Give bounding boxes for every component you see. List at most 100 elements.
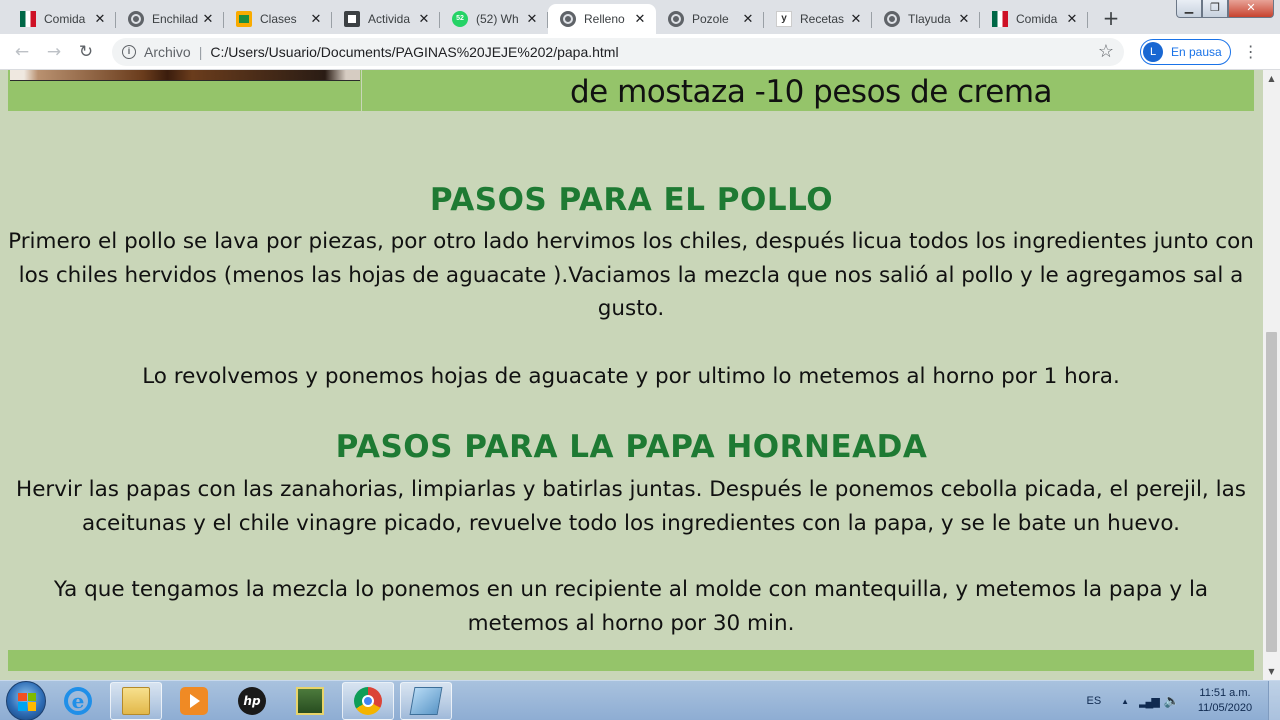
show-hidden-icons-icon[interactable]: ▲ [1121,697,1129,706]
task-manager-icon [296,686,324,715]
network-icon[interactable]: ▂▄▆ [1139,695,1160,708]
chrome-icon [354,686,382,715]
mexico-flag-icon [20,11,36,27]
scroll-thumb[interactable] [1266,332,1277,652]
minimize-button[interactable]: ▁ [1176,0,1202,18]
globe-icon [884,11,900,27]
show-desktop-button[interactable] [1268,681,1280,720]
globe-icon [128,11,144,27]
activity-icon [344,11,360,27]
tab-title: Recetas [800,12,845,26]
taskbar-hp[interactable]: hp [226,682,278,720]
tab-title: Comida [44,12,86,26]
scheme-label: Archivo [144,43,191,60]
reload-button[interactable]: ↻ [70,36,102,68]
back-button[interactable]: ← [6,36,38,68]
ingredients-cell: de mostaza -10 pesos de crema [569,74,1053,110]
tab-close-icon[interactable]: ✕ [92,11,108,27]
tab-title: Activida [368,12,411,26]
paragraph-pollo-2: Lo revolvemos y ponemos hojas de aguacat… [142,364,1120,389]
tab-whatsapp[interactable]: 52 (52) Wh ✕ [440,4,548,34]
whatsapp-icon: 52 [452,11,468,27]
media-player-icon [180,686,208,715]
windows-logo-icon [18,692,36,711]
tab-close-icon[interactable]: ✕ [848,11,864,27]
clock-time: 11:51 a.m. [1199,687,1251,699]
tab-strip: Comida ✕ Enchilad ✕ Clases ✕ Activida ✕ … [0,0,1280,34]
taskbar-chrome[interactable] [342,681,394,720]
page-viewport: de mostaza -10 pesos de crema PASOS PARA… [0,70,1263,680]
taskbar: e hp ES ▲ ▂▄▆ 🔈 11:51 a.m. 11/05/2020 [0,680,1280,720]
scroll-down-arrow-icon[interactable]: ▼ [1263,663,1280,680]
volume-icon[interactable]: 🔈 [1164,693,1180,709]
tab-close-icon[interactable]: ✕ [956,11,972,27]
paragraph-papa-2: Ya que tengamos la mezcla lo ponemos en … [53,577,1209,636]
taskbar-task-manager[interactable] [284,682,336,720]
system-tray: ES ▲ ▂▄▆ 🔈 11:51 a.m. 11/05/2020 [1086,681,1280,720]
profile-status-label: En pausa [1171,44,1222,59]
tab-title: Comida [1016,12,1058,26]
mexico-flag-icon [992,11,1008,27]
globe-icon [560,11,576,27]
language-indicator[interactable]: ES [1086,695,1101,707]
clock[interactable]: 11:51 a.m. 11/05/2020 [1194,686,1256,716]
taskbar-file-explorer[interactable] [110,681,162,720]
internet-explorer-icon: e [64,686,92,715]
scroll-up-arrow-icon[interactable]: ▲ [1263,70,1280,87]
start-button[interactable] [6,680,46,720]
paragraph-papa-1: Hervir las papas con las zanahorias, lim… [16,477,1246,536]
tab-title: Tlayuda [908,12,951,26]
dish-photo-image [10,70,360,81]
paragraph-pollo-1: Primero el pollo se lava por piezas, por… [8,229,1254,321]
tab-close-icon[interactable]: ✕ [308,11,324,27]
vertical-scrollbar[interactable]: ▲ ▼ [1263,70,1280,680]
tab-relleno-active[interactable]: Relleno ✕ [548,4,656,34]
url-text[interactable]: C:/Users/Usuario/Documents/PAGINAS%20JEJ… [210,44,1098,60]
maximize-button[interactable]: ❐ [1202,0,1228,18]
tab-close-icon[interactable]: ✕ [200,11,216,27]
tab-title: (52) Wh [476,12,519,26]
section-title-pollo: PASOS PARA EL POLLO [429,182,834,218]
kebab-menu-icon[interactable]: ⋮ [1243,42,1259,61]
omnibox-separator: | [198,43,203,60]
hp-icon: hp [238,686,266,715]
taskbar-notes[interactable] [400,681,452,720]
tab-close-icon[interactable]: ✕ [632,11,648,27]
info-icon[interactable]: i [122,44,136,59]
tab-title: Enchilad [152,12,199,26]
notes-icon [409,686,443,715]
address-bar[interactable]: i Archivo | C:/Users/Usuario/Documents/P… [112,37,1124,66]
dish-photo [10,70,362,111]
taskbar-media-player[interactable] [168,682,220,720]
tab-comida-2[interactable]: Comida ✕ [980,4,1088,34]
avatar: L [1143,41,1163,62]
yahoo-icon: y [776,11,792,27]
tab-close-icon[interactable]: ✕ [524,11,540,27]
tab-tlayuda[interactable]: Tlayuda ✕ [872,4,980,34]
file-explorer-icon [122,686,150,715]
tab-pozole[interactable]: Pozole ✕ [656,4,764,34]
tab-comida-1[interactable]: Comida ✕ [8,4,116,34]
new-tab-button[interactable]: + [1098,6,1124,32]
clock-date: 11/05/2020 [1197,702,1253,714]
classroom-icon [236,11,252,27]
tab-title: Relleno [584,12,625,26]
tab-clases[interactable]: Clases ✕ [224,4,332,34]
tab-actividad[interactable]: Activida ✕ [332,4,440,34]
tab-close-icon[interactable]: ✕ [416,11,432,27]
tab-title: Clases [260,12,297,26]
tab-enchiladas[interactable]: Enchilad ✕ [116,4,224,34]
close-window-button[interactable]: ✕ [1228,0,1274,18]
section-title-papa: PASOS PARA LA PAPA HORNEADA [335,429,928,465]
bookmark-star-icon[interactable]: ☆ [1098,41,1114,62]
browser-toolbar: ← → ↻ i Archivo | C:/Users/Usuario/Docum… [0,34,1280,70]
profile-button[interactable]: L En pausa [1140,38,1231,65]
taskbar-internet-explorer[interactable]: e [52,682,104,720]
forward-button[interactable]: → [38,36,70,68]
ingredients-table-row: de mostaza -10 pesos de crema [8,70,1254,111]
tab-close-icon[interactable]: ✕ [1064,11,1080,27]
globe-icon [668,11,684,27]
tab-close-icon[interactable]: ✕ [740,11,756,27]
tab-recetas[interactable]: y Recetas ✕ [764,4,872,34]
window-controls: ▁ ❐ ✕ [1176,0,1274,18]
